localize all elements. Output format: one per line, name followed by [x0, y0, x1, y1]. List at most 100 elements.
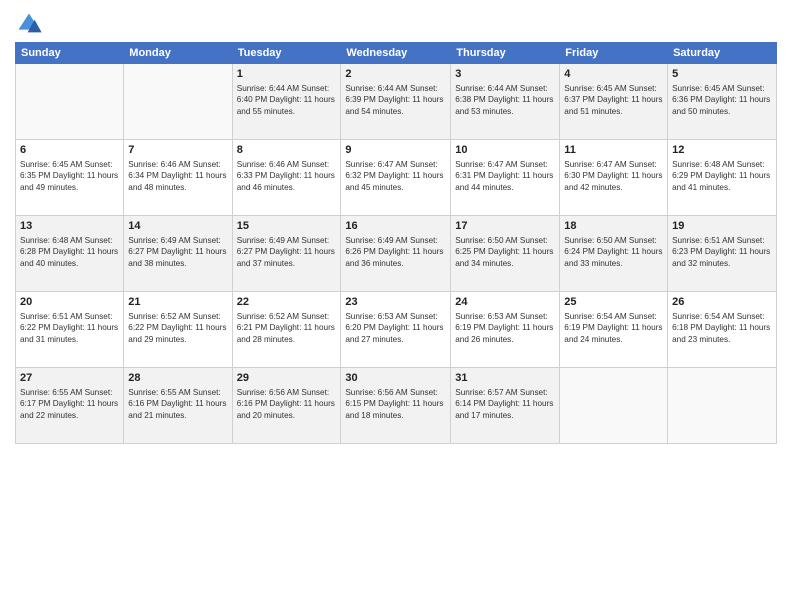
weekday-header: Tuesday [232, 43, 341, 64]
weekday-header: Thursday [451, 43, 560, 64]
calendar-cell: 8Sunrise: 6:46 AM Sunset: 6:33 PM Daylig… [232, 140, 341, 216]
calendar-cell: 26Sunrise: 6:54 AM Sunset: 6:18 PM Dayli… [668, 292, 777, 368]
day-number: 4 [564, 67, 663, 82]
calendar-cell: 13Sunrise: 6:48 AM Sunset: 6:28 PM Dayli… [16, 216, 124, 292]
cell-info: Sunrise: 6:45 AM Sunset: 6:37 PM Dayligh… [564, 83, 663, 117]
cell-info: Sunrise: 6:48 AM Sunset: 6:29 PM Dayligh… [672, 159, 772, 193]
calendar-week-row: 13Sunrise: 6:48 AM Sunset: 6:28 PM Dayli… [16, 216, 777, 292]
cell-info: Sunrise: 6:47 AM Sunset: 6:31 PM Dayligh… [455, 159, 555, 193]
calendar-week-row: 6Sunrise: 6:45 AM Sunset: 6:35 PM Daylig… [16, 140, 777, 216]
calendar-week-row: 1Sunrise: 6:44 AM Sunset: 6:40 PM Daylig… [16, 64, 777, 140]
calendar-cell: 10Sunrise: 6:47 AM Sunset: 6:31 PM Dayli… [451, 140, 560, 216]
day-number: 17 [455, 219, 555, 234]
calendar-cell [124, 64, 232, 140]
logo-icon [15, 10, 43, 38]
day-number: 25 [564, 295, 663, 310]
day-number: 21 [128, 295, 227, 310]
cell-info: Sunrise: 6:46 AM Sunset: 6:34 PM Dayligh… [128, 159, 227, 193]
calendar-cell: 30Sunrise: 6:56 AM Sunset: 6:15 PM Dayli… [341, 368, 451, 444]
cell-info: Sunrise: 6:56 AM Sunset: 6:15 PM Dayligh… [345, 387, 446, 421]
cell-info: Sunrise: 6:51 AM Sunset: 6:22 PM Dayligh… [20, 311, 119, 345]
calendar-cell: 25Sunrise: 6:54 AM Sunset: 6:19 PM Dayli… [560, 292, 668, 368]
day-number: 15 [237, 219, 337, 234]
cell-info: Sunrise: 6:50 AM Sunset: 6:25 PM Dayligh… [455, 235, 555, 269]
calendar-cell: 15Sunrise: 6:49 AM Sunset: 6:27 PM Dayli… [232, 216, 341, 292]
cell-info: Sunrise: 6:55 AM Sunset: 6:16 PM Dayligh… [128, 387, 227, 421]
cell-info: Sunrise: 6:45 AM Sunset: 6:36 PM Dayligh… [672, 83, 772, 117]
weekday-header: Sunday [16, 43, 124, 64]
day-number: 8 [237, 143, 337, 158]
cell-info: Sunrise: 6:55 AM Sunset: 6:17 PM Dayligh… [20, 387, 119, 421]
calendar-week-row: 20Sunrise: 6:51 AM Sunset: 6:22 PM Dayli… [16, 292, 777, 368]
calendar-cell: 6Sunrise: 6:45 AM Sunset: 6:35 PM Daylig… [16, 140, 124, 216]
day-number: 24 [455, 295, 555, 310]
calendar-cell: 21Sunrise: 6:52 AM Sunset: 6:22 PM Dayli… [124, 292, 232, 368]
calendar-cell: 9Sunrise: 6:47 AM Sunset: 6:32 PM Daylig… [341, 140, 451, 216]
day-number: 30 [345, 371, 446, 386]
cell-info: Sunrise: 6:44 AM Sunset: 6:38 PM Dayligh… [455, 83, 555, 117]
cell-info: Sunrise: 6:48 AM Sunset: 6:28 PM Dayligh… [20, 235, 119, 269]
cell-info: Sunrise: 6:56 AM Sunset: 6:16 PM Dayligh… [237, 387, 337, 421]
cell-info: Sunrise: 6:49 AM Sunset: 6:26 PM Dayligh… [345, 235, 446, 269]
cell-info: Sunrise: 6:52 AM Sunset: 6:21 PM Dayligh… [237, 311, 337, 345]
cell-info: Sunrise: 6:49 AM Sunset: 6:27 PM Dayligh… [237, 235, 337, 269]
day-number: 2 [345, 67, 446, 82]
calendar-cell: 5Sunrise: 6:45 AM Sunset: 6:36 PM Daylig… [668, 64, 777, 140]
cell-info: Sunrise: 6:57 AM Sunset: 6:14 PM Dayligh… [455, 387, 555, 421]
calendar-cell: 4Sunrise: 6:45 AM Sunset: 6:37 PM Daylig… [560, 64, 668, 140]
calendar-header: SundayMondayTuesdayWednesdayThursdayFrid… [16, 43, 777, 64]
calendar-cell: 20Sunrise: 6:51 AM Sunset: 6:22 PM Dayli… [16, 292, 124, 368]
cell-info: Sunrise: 6:44 AM Sunset: 6:39 PM Dayligh… [345, 83, 446, 117]
calendar-cell: 16Sunrise: 6:49 AM Sunset: 6:26 PM Dayli… [341, 216, 451, 292]
calendar-body: 1Sunrise: 6:44 AM Sunset: 6:40 PM Daylig… [16, 64, 777, 444]
cell-info: Sunrise: 6:54 AM Sunset: 6:19 PM Dayligh… [564, 311, 663, 345]
calendar-table: SundayMondayTuesdayWednesdayThursdayFrid… [15, 42, 777, 444]
day-number: 23 [345, 295, 446, 310]
cell-info: Sunrise: 6:44 AM Sunset: 6:40 PM Dayligh… [237, 83, 337, 117]
cell-info: Sunrise: 6:51 AM Sunset: 6:23 PM Dayligh… [672, 235, 772, 269]
day-number: 18 [564, 219, 663, 234]
cell-info: Sunrise: 6:53 AM Sunset: 6:20 PM Dayligh… [345, 311, 446, 345]
calendar-cell [560, 368, 668, 444]
calendar-week-row: 27Sunrise: 6:55 AM Sunset: 6:17 PM Dayli… [16, 368, 777, 444]
cell-info: Sunrise: 6:45 AM Sunset: 6:35 PM Dayligh… [20, 159, 119, 193]
cell-info: Sunrise: 6:46 AM Sunset: 6:33 PM Dayligh… [237, 159, 337, 193]
calendar-cell: 3Sunrise: 6:44 AM Sunset: 6:38 PM Daylig… [451, 64, 560, 140]
day-number: 20 [20, 295, 119, 310]
calendar-cell: 27Sunrise: 6:55 AM Sunset: 6:17 PM Dayli… [16, 368, 124, 444]
calendar-cell: 24Sunrise: 6:53 AM Sunset: 6:19 PM Dayli… [451, 292, 560, 368]
day-number: 6 [20, 143, 119, 158]
day-number: 31 [455, 371, 555, 386]
calendar-cell: 17Sunrise: 6:50 AM Sunset: 6:25 PM Dayli… [451, 216, 560, 292]
weekday-header: Saturday [668, 43, 777, 64]
logo [15, 10, 45, 38]
day-number: 26 [672, 295, 772, 310]
calendar-cell: 7Sunrise: 6:46 AM Sunset: 6:34 PM Daylig… [124, 140, 232, 216]
calendar-cell: 22Sunrise: 6:52 AM Sunset: 6:21 PM Dayli… [232, 292, 341, 368]
page: SundayMondayTuesdayWednesdayThursdayFrid… [0, 0, 792, 612]
day-number: 19 [672, 219, 772, 234]
cell-info: Sunrise: 6:53 AM Sunset: 6:19 PM Dayligh… [455, 311, 555, 345]
header-row: SundayMondayTuesdayWednesdayThursdayFrid… [16, 43, 777, 64]
calendar-cell: 11Sunrise: 6:47 AM Sunset: 6:30 PM Dayli… [560, 140, 668, 216]
calendar-cell: 12Sunrise: 6:48 AM Sunset: 6:29 PM Dayli… [668, 140, 777, 216]
day-number: 29 [237, 371, 337, 386]
day-number: 9 [345, 143, 446, 158]
calendar-cell: 1Sunrise: 6:44 AM Sunset: 6:40 PM Daylig… [232, 64, 341, 140]
weekday-header: Friday [560, 43, 668, 64]
calendar-cell: 28Sunrise: 6:55 AM Sunset: 6:16 PM Dayli… [124, 368, 232, 444]
cell-info: Sunrise: 6:47 AM Sunset: 6:32 PM Dayligh… [345, 159, 446, 193]
day-number: 5 [672, 67, 772, 82]
weekday-header: Monday [124, 43, 232, 64]
cell-info: Sunrise: 6:49 AM Sunset: 6:27 PM Dayligh… [128, 235, 227, 269]
day-number: 13 [20, 219, 119, 234]
cell-info: Sunrise: 6:50 AM Sunset: 6:24 PM Dayligh… [564, 235, 663, 269]
day-number: 10 [455, 143, 555, 158]
calendar-cell: 31Sunrise: 6:57 AM Sunset: 6:14 PM Dayli… [451, 368, 560, 444]
calendar-cell: 18Sunrise: 6:50 AM Sunset: 6:24 PM Dayli… [560, 216, 668, 292]
day-number: 12 [672, 143, 772, 158]
cell-info: Sunrise: 6:54 AM Sunset: 6:18 PM Dayligh… [672, 311, 772, 345]
cell-info: Sunrise: 6:47 AM Sunset: 6:30 PM Dayligh… [564, 159, 663, 193]
day-number: 11 [564, 143, 663, 158]
day-number: 7 [128, 143, 227, 158]
